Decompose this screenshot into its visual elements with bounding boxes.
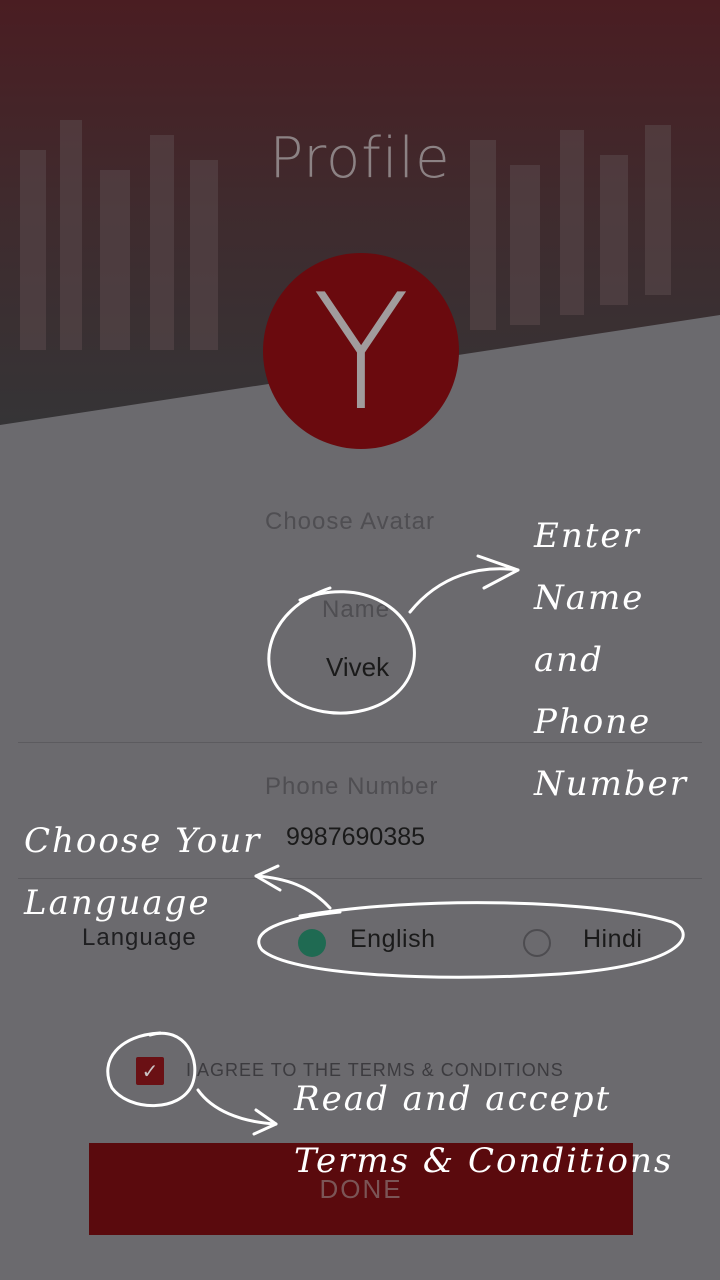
avatar[interactable]: Y [263,253,459,449]
language-option-hindi-label[interactable]: Hindi [583,925,642,954]
annotation-language-line: Choose Your [24,821,262,861]
language-option-english-label[interactable]: English [350,925,436,954]
avatar-letter: Y [312,259,410,446]
check-icon: ✓ [141,1060,159,1083]
annotation-terms-line: Terms & Conditions [294,1141,674,1181]
name-input[interactable]: Vivek [326,652,389,683]
terms-checkbox[interactable]: ✓ [136,1057,164,1085]
name-label: Name [322,596,391,623]
choose-avatar-link[interactable]: Choose Avatar [265,508,435,536]
annotation-name-phone-line: Number [534,764,689,804]
language-radio-hindi[interactable] [523,929,551,957]
annotation-name-phone-line: Phone [534,702,652,742]
annotation-name-phone-line: Enter [534,516,641,556]
phone-input[interactable]: 9987690385 [286,823,425,852]
phone-label: Phone Number [265,773,439,800]
annotation-name-phone-line: and [534,640,604,680]
page-title: Profile [269,126,451,191]
language-radio-english[interactable] [298,929,326,957]
annotation-terms-line: Read and accept [294,1079,612,1119]
annotation-terms: Read and accept Terms & Conditions [294,1068,673,1192]
annotation-language: Choose Your Language [24,810,261,934]
annotation-name-phone-line: Name [534,578,645,618]
annotation-language-line: Language [24,883,211,923]
annotation-name-phone: Enter Name and Phone Number [534,505,688,815]
